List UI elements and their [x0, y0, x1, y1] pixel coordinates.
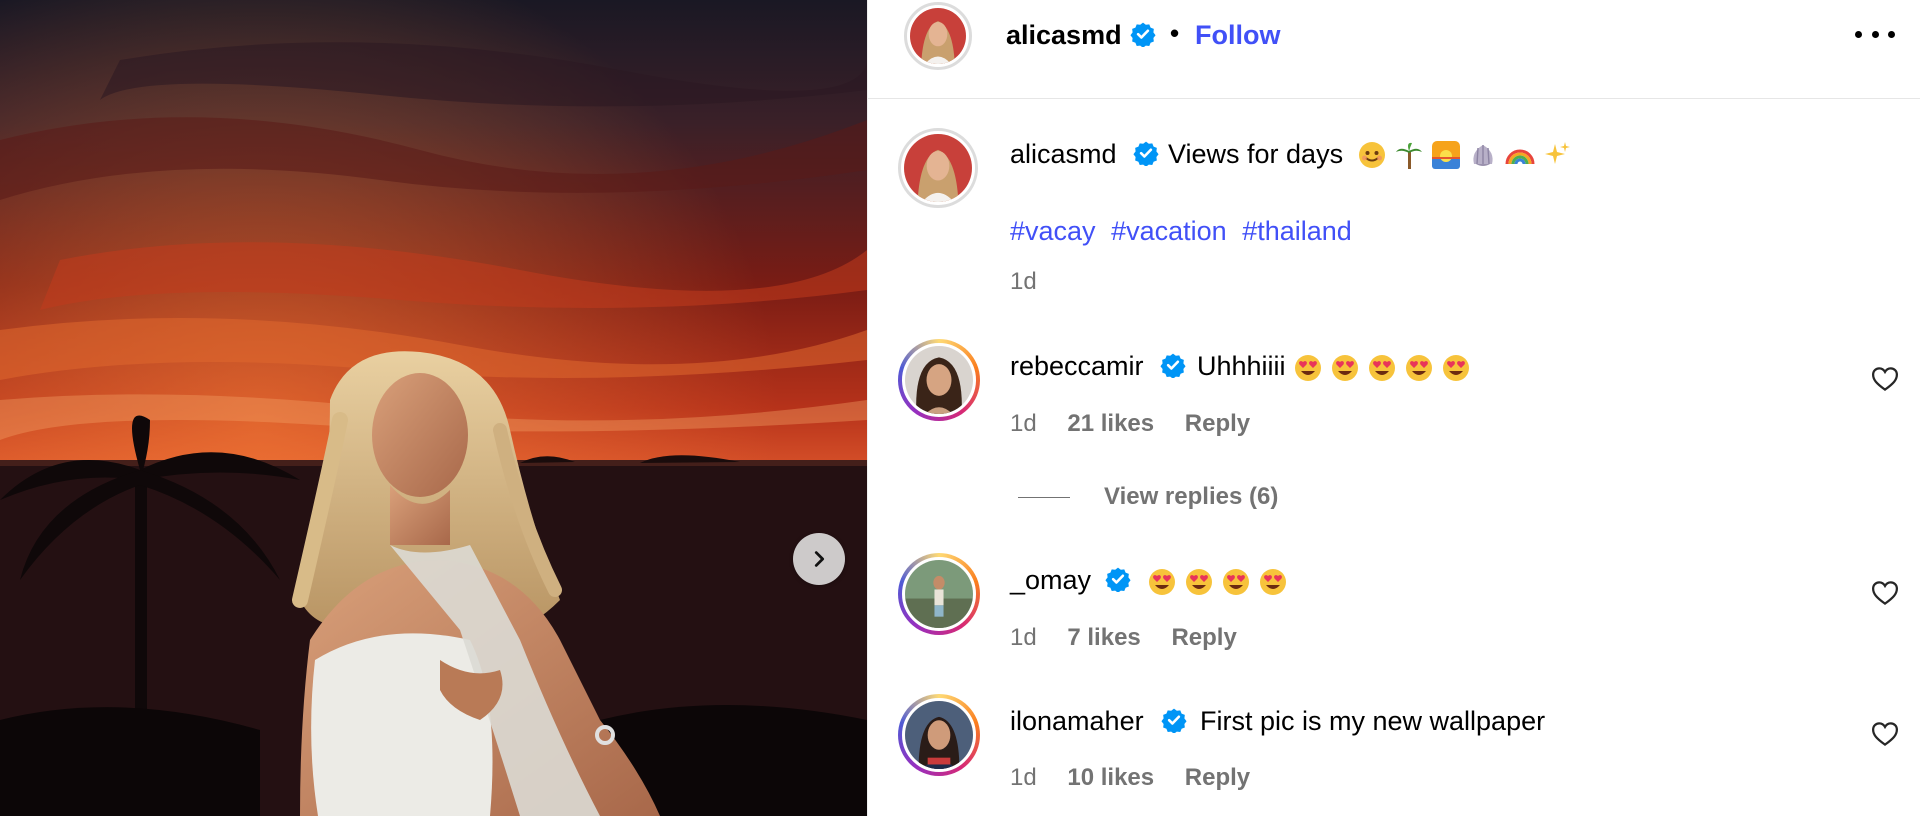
post-header: alicasmd • Follow — [868, 0, 1920, 99]
caption-time: 1d — [1010, 268, 1037, 295]
caption-hashtags: #vacay #vacation #thailand — [1010, 216, 1360, 247]
more-options-button[interactable] — [1855, 26, 1895, 42]
caption-text: Views for days — [1168, 139, 1344, 169]
caption-text-row: Views for days — [1168, 139, 1572, 170]
comment-username[interactable]: ilonamaher — [1010, 706, 1144, 737]
view-replies-button[interactable]: View replies (6) — [1018, 483, 1278, 511]
comment-time: 1d — [1010, 624, 1037, 651]
heart-eyes-emoji-icon — [1223, 568, 1249, 595]
comment-meta: 1d 21 likes Reply — [1010, 410, 1250, 438]
commenter-avatar[interactable] — [898, 694, 980, 776]
comment-username[interactable]: _omay — [1010, 565, 1091, 596]
comment-likes[interactable]: 21 likes — [1067, 410, 1154, 437]
heart-eyes-emoji-icon — [1442, 354, 1469, 381]
like-heart-icon[interactable] — [1870, 578, 1900, 608]
comment-meta: 1d 10 likes Reply — [1010, 764, 1250, 792]
palm-tree-icon — [1396, 142, 1423, 169]
hashtag-link[interactable]: #vacay — [1010, 216, 1096, 246]
verified-badge-icon — [1130, 22, 1156, 47]
comment-text: Uhhhiiii — [1197, 351, 1286, 382]
author-avatar-image — [910, 8, 966, 64]
sunrise-icon — [1432, 140, 1461, 169]
author-avatar[interactable] — [904, 2, 972, 70]
shell-icon — [1473, 144, 1493, 166]
verified-badge-icon — [1133, 141, 1159, 166]
more-dot-icon — [1871, 30, 1879, 38]
sunset-photo — [0, 0, 867, 816]
next-image-button[interactable] — [793, 533, 845, 585]
heart-eyes-emoji-icon — [1260, 568, 1286, 595]
comment-time: 1d — [1010, 410, 1037, 437]
comment-time: 1d — [1010, 764, 1037, 791]
comment-text: First pic is my new wallpaper — [1200, 706, 1546, 736]
heart-eyes-group — [1286, 351, 1471, 383]
sparkles-icon — [1545, 141, 1571, 164]
commenter-avatar-image — [905, 346, 973, 414]
heart-eyes-emoji-icon — [1405, 354, 1432, 381]
heart-eyes-group — [1140, 565, 1288, 597]
comment-text-row: Uhhhiiii — [1197, 351, 1471, 383]
more-dot-icon — [1855, 30, 1862, 38]
comment-likes[interactable]: 7 likes — [1067, 624, 1140, 651]
commenter-avatar[interactable] — [898, 339, 980, 421]
more-dot-icon — [1888, 30, 1895, 38]
comment-text-row: First pic is my new wallpaper — [1200, 706, 1545, 737]
verified-badge-icon — [1105, 567, 1131, 592]
commenter-avatar[interactable] — [898, 553, 980, 635]
chevron-right-icon — [814, 551, 825, 567]
heart-eyes-emoji-icon — [1149, 568, 1175, 595]
hashtag-link[interactable]: #thailand — [1242, 216, 1352, 246]
smiling-face-icon — [1359, 141, 1386, 168]
caption-username[interactable]: alicasmd — [1010, 139, 1117, 170]
comment-text-row — [1140, 565, 1288, 597]
caption-author-avatar[interactable] — [898, 128, 978, 208]
view-replies-label: View replies (6) — [1104, 483, 1279, 510]
caption-avatar-image — [904, 134, 972, 202]
post-details-panel: alicasmd • Follow alicasmd Views for day… — [867, 0, 1920, 816]
heart-eyes-emoji-icon — [1294, 354, 1321, 381]
replies-divider — [1018, 496, 1070, 498]
commenter-avatar-image — [905, 560, 973, 628]
hashtag-link[interactable]: #vacation — [1111, 216, 1227, 246]
follow-button[interactable]: Follow — [1195, 20, 1280, 51]
comment-meta: 1d 7 likes Reply — [1010, 624, 1237, 652]
heart-eyes-emoji-icon — [1186, 568, 1212, 595]
like-heart-icon[interactable] — [1870, 719, 1900, 749]
author-username[interactable]: alicasmd — [1006, 20, 1122, 51]
reply-button[interactable]: Reply — [1171, 624, 1236, 651]
separator-dot: • — [1170, 18, 1180, 48]
like-heart-icon[interactable] — [1870, 364, 1900, 394]
commenter-avatar-image — [905, 701, 973, 769]
heart-eyes-emoji-icon — [1331, 354, 1358, 381]
heart-eyes-emoji-icon — [1368, 354, 1395, 381]
comment-likes[interactable]: 10 likes — [1067, 764, 1154, 791]
reply-button[interactable]: Reply — [1185, 410, 1250, 437]
comment-username[interactable]: rebeccamir — [1010, 351, 1144, 382]
reply-button[interactable]: Reply — [1185, 764, 1250, 791]
rainbow-icon — [1505, 149, 1535, 164]
post-photo[interactable] — [0, 0, 867, 816]
verified-badge-icon — [1160, 353, 1186, 378]
verified-badge-icon — [1161, 708, 1187, 733]
